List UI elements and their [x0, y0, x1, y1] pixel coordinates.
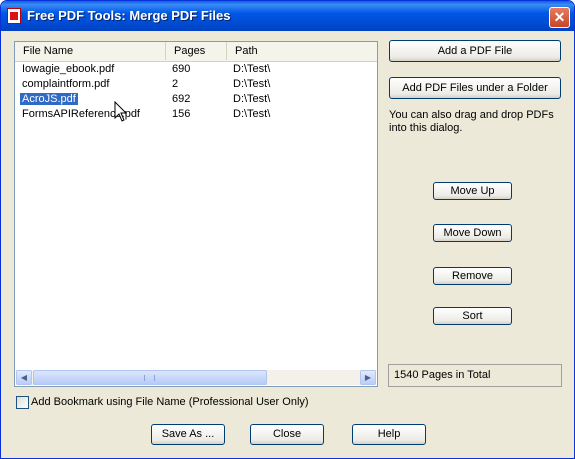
file-name-cell: AcroJS.pdf [20, 93, 78, 105]
move-down-button[interactable]: Move Down [433, 224, 512, 242]
remove-button[interactable]: Remove [433, 267, 512, 285]
grip-icon [144, 375, 155, 381]
column-header-file-name[interactable]: File Name [15, 42, 166, 60]
list-row-selected[interactable]: AcroJS.pdf 692 D:\Test\ [15, 92, 377, 107]
pages-cell: 156 [172, 108, 191, 120]
drag-drop-hint: You can also drag and drop PDFs into thi… [389, 109, 554, 134]
path-cell: D:\Test\ [233, 93, 271, 105]
pages-cell: 692 [172, 93, 191, 105]
path-cell: D:\Test\ [233, 108, 271, 120]
save-as-button[interactable]: Save As ... [151, 424, 225, 445]
path-cell: D:\Test\ [233, 63, 271, 75]
bookmark-label[interactable]: Add Bookmark using File Name (Profession… [31, 396, 309, 409]
add-pdf-file-button[interactable]: Add a PDF File [389, 40, 561, 62]
pages-cell: 690 [172, 63, 191, 75]
sort-button[interactable]: Sort [433, 307, 512, 325]
scroll-right-arrow-icon[interactable]: ▶ [360, 370, 376, 385]
scrollbar-thumb[interactable] [33, 370, 267, 385]
list-rows: Iowagie_ebook.pdf 690 D:\Test\ complaint… [15, 62, 377, 122]
total-pages-status: 1540 Pages in Total [388, 364, 562, 387]
path-cell: D:\Test\ [233, 78, 271, 90]
scroll-left-arrow-icon[interactable]: ◀ [16, 370, 32, 385]
list-row[interactable]: complaintform.pdf 2 D:\Test\ [15, 77, 377, 92]
add-pdf-folder-button[interactable]: Add PDF Files under a Folder [389, 77, 561, 99]
list-row[interactable]: Iowagie_ebook.pdf 690 D:\Test\ [15, 62, 377, 77]
list-row[interactable]: FormsAPIReference.pdf 156 D:\Test\ [15, 107, 377, 122]
file-name-cell: complaintform.pdf [22, 78, 110, 90]
pdf-app-icon [7, 8, 21, 24]
pages-cell: 2 [172, 78, 179, 90]
pdf-file-list[interactable]: File Name Pages Path Iowagie_ebook.pdf 6… [14, 41, 378, 387]
merge-pdf-dialog: Free PDF Tools: Merge PDF Files ✕ File N… [0, 0, 575, 459]
mouse-cursor-icon [114, 101, 128, 122]
help-button[interactable]: Help [352, 424, 426, 445]
horizontal-scrollbar[interactable]: ◀ ▶ [16, 370, 376, 385]
close-window-button[interactable]: ✕ [549, 7, 570, 28]
close-button[interactable]: Close [250, 424, 324, 445]
window-title: Free PDF Tools: Merge PDF Files [27, 8, 231, 23]
column-header-path[interactable]: Path [227, 42, 377, 60]
move-up-button[interactable]: Move Up [433, 182, 512, 200]
bookmark-checkbox[interactable] [16, 396, 29, 409]
list-header: File Name Pages Path [15, 42, 377, 62]
column-header-pages[interactable]: Pages [166, 42, 227, 60]
file-name-cell: Iowagie_ebook.pdf [22, 63, 115, 75]
title-bar[interactable]: Free PDF Tools: Merge PDF Files ✕ [1, 1, 574, 31]
